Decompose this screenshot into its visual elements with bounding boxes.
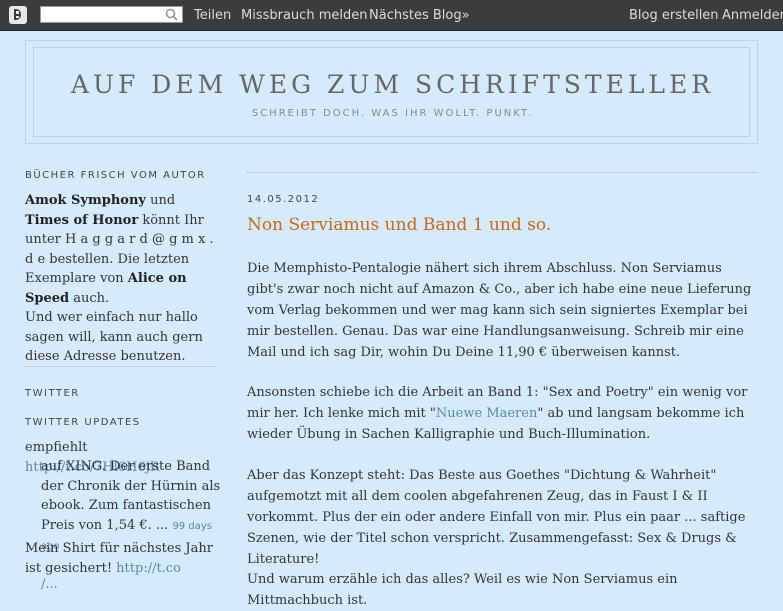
book-times-of-honor: Times of Honor (25, 212, 139, 228)
sidebar-divider (25, 366, 215, 367)
blogger-logo-icon[interactable] (9, 6, 27, 24)
twitter-heading: TWITTER (25, 388, 80, 399)
twitter-updates-heading: TWITTER UPDATES (25, 417, 141, 428)
text-fragment: auch. (69, 290, 110, 306)
tweet-item: Mein Shirt für nächstes Jahr ist gesiche… (25, 539, 220, 578)
books-heading: BÜCHER FRISCH VOM AUTOR (25, 170, 206, 181)
blog-header-inner: AUF DEM WEG ZUM SCHRIFTSTELLER SCHREIBT … (33, 47, 750, 137)
post-date: 14.05.2012 (247, 194, 320, 205)
books-text: Amok Symphony und Times of Honor könnt I… (25, 191, 220, 367)
post-paragraph: Und warum erzähle ich das alles? Weil es… (247, 572, 678, 608)
post-paragraph: Ansonsten schiebe ich die Arbeit an Band… (247, 382, 762, 445)
post-paragraph: Die Memphisto-Pentalogie nähert sich ihr… (247, 261, 752, 360)
tweet-link[interactable]: http://t.co (116, 561, 181, 576)
report-abuse-link[interactable]: Missbrauch melden (241, 8, 367, 23)
book-amok-symphony: Amok Symphony (25, 193, 146, 208)
search-icon[interactable] (164, 7, 180, 23)
post-paragraph: Aber das Konzept steht: Das Beste aus Go… (247, 468, 746, 567)
post-title[interactable]: Non Serviamus und Band 1 und so. (247, 215, 551, 235)
sign-in-link[interactable]: Anmelden (722, 8, 783, 23)
create-blog-link[interactable]: Blog erstellen (629, 8, 719, 23)
blog-description: SCHREIBT DOCH. WAS IHR WOLLT. PUNKT. (251, 108, 534, 119)
text-fragment: und (145, 193, 176, 208)
main-divider (247, 172, 757, 173)
tweet-link-continued[interactable]: /... (41, 577, 58, 592)
next-blog-link[interactable]: Nächstes Blog» (369, 8, 470, 23)
search-input[interactable] (40, 6, 183, 23)
blog-header: AUF DEM WEG ZUM SCHRIFTSTELLER SCHREIBT … (25, 40, 758, 144)
text-fragment: Und wer einfach nur hallo sagen will, ka… (25, 310, 203, 364)
nuewe-maeren-link[interactable]: Nuewe Maeren (436, 406, 537, 421)
tweet-item-body: /... (41, 575, 221, 595)
share-link[interactable]: Teilen (194, 8, 231, 23)
blogger-navbar: Teilen Missbrauch melden Nächstes Blog» … (0, 0, 783, 31)
blog-title[interactable]: AUF DEM WEG ZUM SCHRIFTSTELLER (34, 70, 751, 99)
tweet-text: empfiehlt (25, 440, 88, 455)
